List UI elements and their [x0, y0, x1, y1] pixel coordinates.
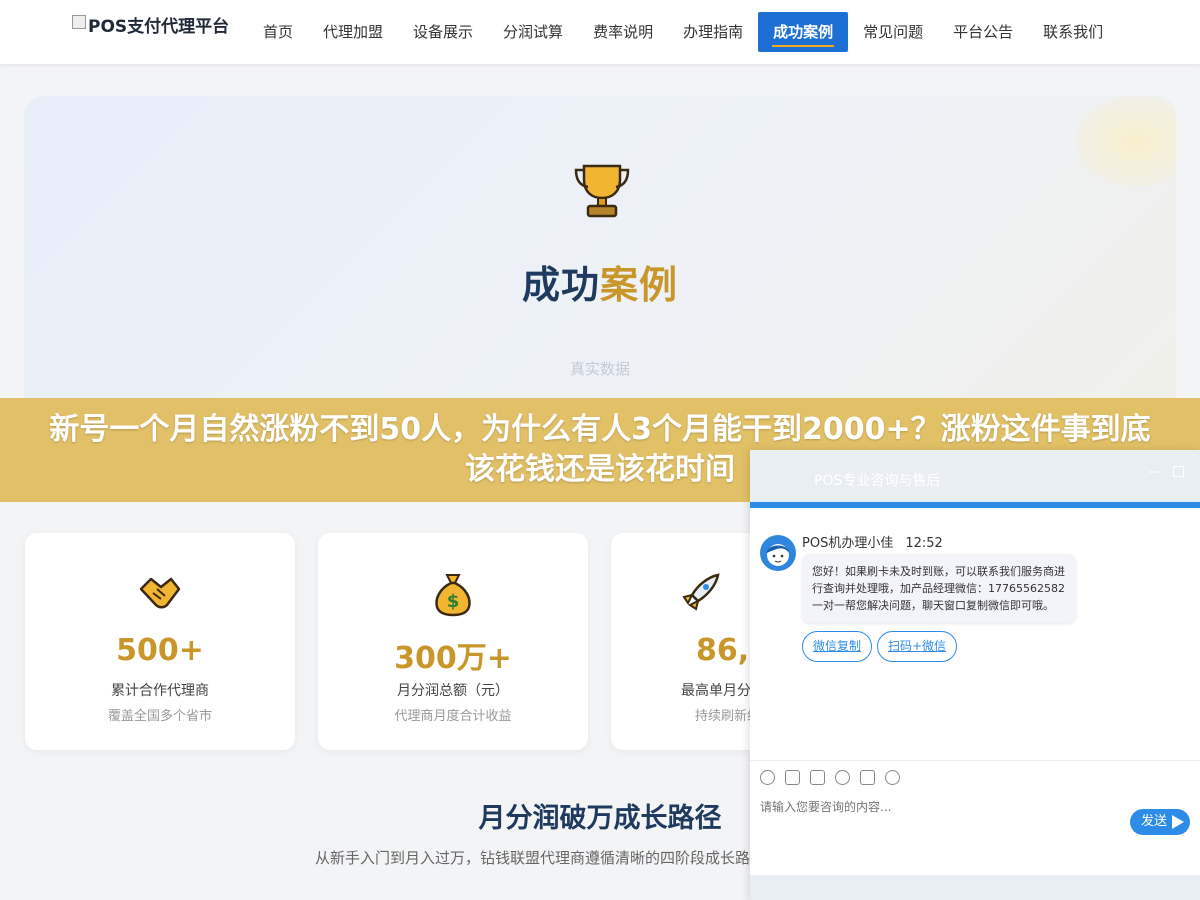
nav-devices[interactable]: 设备展示 [398, 12, 488, 52]
stat-card: $ 300万+ 月分润总额（元） 代理商月度合计收益 [318, 533, 588, 750]
screenshot-icon[interactable] [810, 770, 825, 785]
nav-faq[interactable]: 常见问题 [848, 12, 938, 52]
main-nav: 首页 代理加盟 设备展示 分润试算 费率说明 办理指南 成功案例 常见问题 平台… [248, 12, 1118, 52]
maximize-icon[interactable] [1173, 466, 1184, 477]
chat-widget: POS专业咨询与售后 — POS机办理小佳 12:52 您好！如果刷卡未及时到账，… [750, 450, 1200, 900]
agent-name: POS机办理小佳 [802, 536, 894, 551]
minimize-icon[interactable]: — [1148, 464, 1162, 480]
chat-title: POS专业咨询与售后 [814, 473, 941, 489]
chat-footer [750, 875, 1200, 900]
chat-divider [750, 760, 1200, 761]
stat-sub: 代理商月度合计收益 [394, 709, 512, 724]
nav-home[interactable]: 首页 [248, 12, 308, 52]
send-label: 发送 [1141, 814, 1168, 829]
chat-toolbar [760, 770, 900, 785]
emoji-icon[interactable] [760, 770, 775, 785]
send-arrow-icon [1172, 815, 1184, 829]
stat-card: 500+ 累计合作代理商 覆盖全国多个省市 [25, 533, 295, 750]
quick-reply-scan-wechat[interactable]: 扫码+微信 [877, 631, 958, 662]
money-bag-icon: $ [435, 574, 471, 617]
nav-contact[interactable]: 联系我们 [1028, 12, 1118, 52]
logo-alt-text: POS支付代理平台 [88, 17, 230, 37]
chat-input[interactable] [760, 800, 1120, 814]
hero-title: 成功案例 [24, 254, 1176, 309]
hero-glow [1076, 96, 1176, 186]
nav-guide[interactable]: 办理指南 [668, 12, 758, 52]
quick-reply-copy-wechat[interactable]: 微信复制 [802, 631, 873, 662]
stat-label: 累计合作代理商 [111, 683, 209, 699]
chat-message-bubble: 您好！如果刷卡未及时到账，可以联系我们服务商进行查询并处理哦，加产品经理微信：1… [802, 554, 1076, 623]
rocket-icon [682, 573, 720, 611]
nav-agent-join[interactable]: 代理加盟 [308, 12, 398, 52]
send-button[interactable]: 发送 [1130, 809, 1190, 835]
top-header: POS支付代理平台 首页 代理加盟 设备展示 分润试算 费率说明 办理指南 成功… [0, 0, 1200, 64]
hero-title-part1: 成功 [521, 263, 600, 307]
site-logo[interactable]: POS支付代理平台 [72, 12, 229, 37]
stat-sub: 覆盖全国多个省市 [107, 709, 212, 724]
rating-icon[interactable] [835, 770, 850, 785]
image-icon[interactable] [785, 770, 800, 785]
agent-meta: POS机办理小佳 12:52 [802, 532, 943, 551]
stat-label: 月分润总额（元） [397, 683, 509, 699]
trophy-icon [574, 164, 630, 218]
nav-profit-calc[interactable]: 分润试算 [488, 12, 578, 52]
svg-text:$: $ [447, 591, 460, 612]
nav-success-cases[interactable]: 成功案例 [758, 12, 849, 52]
wechat-icon[interactable] [885, 770, 900, 785]
message-time: 12:52 [905, 536, 943, 551]
handshake-icon [139, 577, 181, 609]
agent-face-icon [767, 544, 789, 566]
hero-subtitle: 真实数据 [569, 360, 630, 378]
nav-announcements[interactable]: 平台公告 [938, 12, 1028, 52]
sound-icon[interactable] [860, 770, 875, 785]
stat-value: 300万+ [394, 641, 512, 676]
agent-avatar [760, 535, 796, 571]
nav-rates[interactable]: 费率说明 [578, 12, 668, 52]
stat-value: 500+ [116, 633, 204, 668]
chat-header: POS专业咨询与售后 — [750, 450, 1200, 508]
hero-title-part2: 案例 [600, 263, 679, 307]
broken-image-icon [72, 14, 86, 29]
